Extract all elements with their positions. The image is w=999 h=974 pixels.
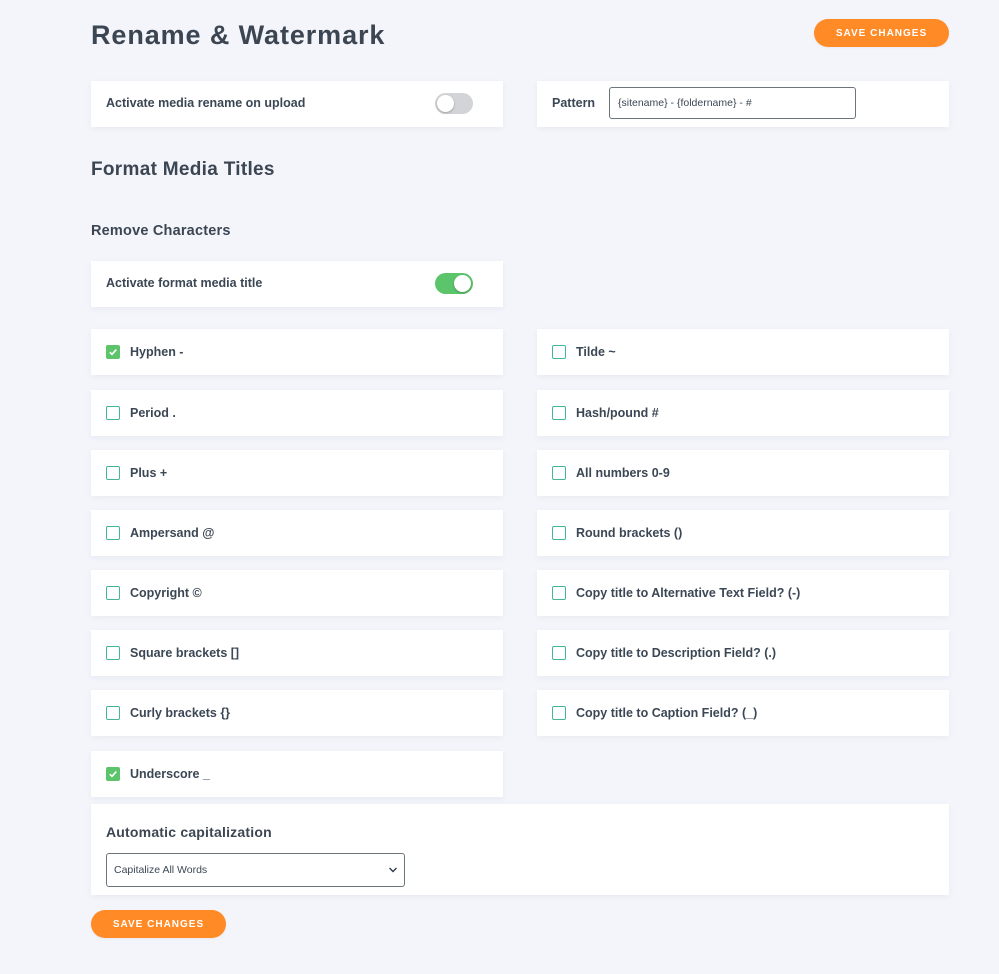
option-label: Curly brackets {} [130, 706, 231, 720]
checkbox[interactable] [106, 586, 120, 600]
option-label: Underscore _ [130, 767, 210, 781]
checkbox[interactable] [106, 526, 120, 540]
checkbox[interactable] [106, 767, 120, 781]
save-changes-button-bottom[interactable]: SAVE CHANGES [91, 910, 226, 938]
option-underscore[interactable]: Underscore _ [91, 751, 503, 797]
option-label: All numbers 0-9 [576, 466, 670, 480]
option-copy-alt-text[interactable]: Copy title to Alternative Text Field? (-… [537, 570, 949, 616]
checkbox[interactable] [552, 586, 566, 600]
capitalization-card: Automatic capitalization Capitalize All … [91, 804, 949, 895]
option-label: Square brackets [] [130, 646, 240, 660]
option-label: Copy title to Alternative Text Field? (-… [576, 586, 801, 600]
option-copyright[interactable]: Copyright © [91, 570, 503, 616]
option-round-brackets[interactable]: Round brackets () [537, 510, 949, 556]
option-period[interactable]: Period . [91, 390, 503, 436]
format-activate-toggle[interactable] [435, 273, 473, 294]
rename-activate-card: Activate media rename on upload [91, 81, 503, 127]
option-plus[interactable]: Plus + [91, 450, 503, 496]
format-activate-card: Activate format media title [91, 261, 503, 307]
capitalization-heading: Automatic capitalization [106, 824, 272, 840]
option-label: Copy title to Description Field? (.) [576, 646, 776, 660]
toggle-knob [454, 275, 471, 292]
checkbox[interactable] [106, 466, 120, 480]
checkbox[interactable] [106, 406, 120, 420]
checkbox[interactable] [552, 406, 566, 420]
pattern-label: Pattern [552, 96, 596, 110]
option-square-brackets[interactable]: Square brackets [] [91, 630, 503, 676]
option-copy-description[interactable]: Copy title to Description Field? (.) [537, 630, 949, 676]
checkbox[interactable] [106, 706, 120, 720]
checkbox[interactable] [552, 706, 566, 720]
rename-activate-toggle[interactable] [435, 93, 473, 114]
option-label: Hyphen - [130, 345, 184, 359]
checkbox[interactable] [552, 646, 566, 660]
check-icon [109, 349, 117, 356]
option-hash[interactable]: Hash/pound # [537, 390, 949, 436]
option-label: Period . [130, 406, 176, 420]
page-title: Rename & Watermark [91, 20, 386, 50]
pattern-input[interactable] [609, 87, 856, 119]
checkbox[interactable] [106, 345, 120, 359]
option-label: Copy title to Caption Field? (_) [576, 706, 758, 720]
chevron-down-icon [389, 867, 397, 873]
option-tilde[interactable]: Tilde ~ [537, 329, 949, 375]
check-icon [109, 771, 117, 778]
option-label: Plus + [130, 466, 168, 480]
checkbox[interactable] [552, 345, 566, 359]
toggle-knob [437, 95, 454, 112]
option-ampersand[interactable]: Ampersand @ [91, 510, 503, 556]
capitalization-select[interactable]: Capitalize All Words [106, 853, 405, 887]
format-media-titles-heading: Format Media Titles [91, 159, 275, 180]
remove-characters-heading: Remove Characters [91, 223, 231, 239]
option-curly-brackets[interactable]: Curly brackets {} [91, 690, 503, 736]
format-activate-label: Activate format media title [106, 276, 263, 290]
option-label: Hash/pound # [576, 406, 659, 420]
checkbox[interactable] [552, 466, 566, 480]
rename-activate-label: Activate media rename on upload [106, 96, 306, 110]
option-all-numbers[interactable]: All numbers 0-9 [537, 450, 949, 496]
option-label: Copyright © [130, 586, 202, 600]
option-hyphen[interactable]: Hyphen - [91, 329, 503, 375]
select-value: Capitalize All Words [114, 864, 208, 876]
option-label: Tilde ~ [576, 345, 616, 359]
option-copy-caption[interactable]: Copy title to Caption Field? (_) [537, 690, 949, 736]
pattern-card: Pattern [537, 81, 949, 127]
checkbox[interactable] [552, 526, 566, 540]
checkbox[interactable] [106, 646, 120, 660]
save-changes-button-top[interactable]: SAVE CHANGES [814, 19, 949, 47]
option-label: Ampersand @ [130, 526, 215, 540]
option-label: Round brackets () [576, 526, 683, 540]
